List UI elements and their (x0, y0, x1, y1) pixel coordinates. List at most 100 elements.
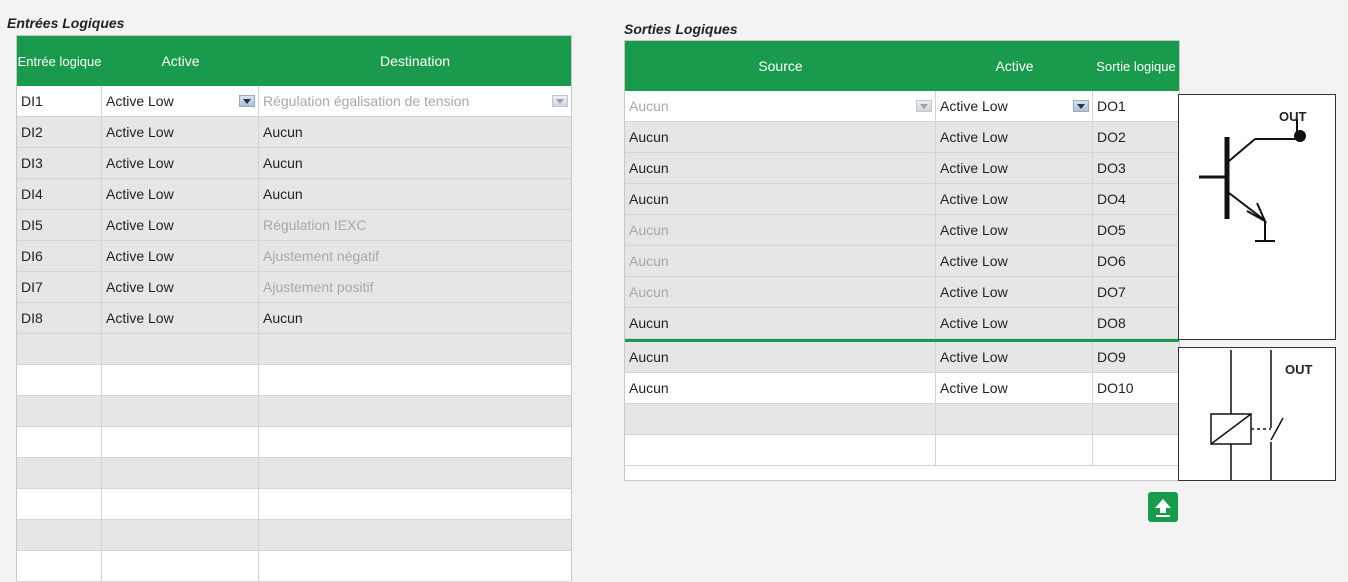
output-cell: DO3 (1093, 153, 1179, 184)
source-select[interactable]: Aucun (625, 91, 936, 122)
active-cell[interactable]: Active Low (936, 215, 1093, 246)
chevron-down-icon[interactable] (552, 95, 568, 107)
active-value: Active Low (940, 98, 1008, 114)
source-cell[interactable]: Aucun (625, 153, 936, 184)
active-cell[interactable]: Active Low (102, 179, 259, 210)
destination-cell[interactable]: Aucun (259, 179, 571, 210)
outputs-title: Sorties Logiques (624, 21, 738, 37)
relay-symbol: OUT (1178, 347, 1336, 481)
active-value: Active Low (106, 93, 174, 109)
output-cell: DO5 (1093, 215, 1179, 246)
source-cell[interactable]: Aucun (625, 246, 936, 277)
input-cell: DI4 (17, 179, 102, 210)
upload-arrow-icon (1155, 499, 1171, 517)
active-cell[interactable]: Active Low (936, 373, 1093, 404)
source-cell[interactable]: Aucun (625, 373, 936, 404)
table-row[interactable]: DI3 Active Low Aucun (17, 148, 571, 179)
active-cell[interactable]: Active Low (936, 342, 1093, 373)
table-row[interactable]: Aucun Active Low DO5 (625, 215, 1179, 246)
empty-row (625, 435, 1179, 466)
table-row[interactable]: Aucun Active Low DO6 (625, 246, 1179, 277)
active-cell[interactable]: Active Low (936, 184, 1093, 215)
header-source: Source (758, 57, 803, 74)
active-cell[interactable]: Active Low (102, 210, 259, 241)
active-cell[interactable]: Active Low (936, 277, 1093, 308)
table-row[interactable]: Aucun Active Low DO10 (625, 373, 1179, 404)
active-cell[interactable]: Active Low (936, 308, 1093, 339)
header-input: Entrée logique (17, 53, 102, 69)
table-row[interactable]: DI1 Active Low Régulation égalisation de… (17, 86, 571, 117)
chevron-down-icon[interactable] (239, 95, 255, 107)
active-cell[interactable]: Active Low (102, 303, 259, 334)
empty-row (625, 404, 1179, 435)
output-cell: DO8 (1093, 308, 1179, 339)
source-value: Aucun (629, 98, 669, 114)
relay-out-label: OUT (1285, 362, 1313, 377)
active-cell[interactable]: Active Low (936, 122, 1093, 153)
active-cell[interactable]: Active Low (102, 148, 259, 179)
input-cell: DI2 (17, 117, 102, 148)
empty-row (17, 427, 571, 458)
inputs-title: Entrées Logiques (7, 15, 125, 31)
table-row[interactable]: DI8 Active Low Aucun (17, 303, 571, 334)
output-cell: DO1 (1093, 91, 1179, 122)
table-row[interactable]: Aucun Active Low DO7 (625, 277, 1179, 308)
empty-row (17, 551, 571, 582)
transistor-out-label: OUT (1279, 109, 1307, 124)
empty-row (17, 520, 571, 551)
header-destination: Destination (379, 52, 451, 69)
destination-cell[interactable]: Aucun (259, 303, 571, 334)
input-cell: DI6 (17, 241, 102, 272)
active-cell[interactable]: Active Low (936, 246, 1093, 277)
chevron-down-icon[interactable] (1073, 100, 1089, 112)
table-row[interactable]: DI4 Active Low Aucun (17, 179, 571, 210)
active-cell[interactable]: Active Low (936, 153, 1093, 184)
outputs-table-header: Source Active Sortie logique (625, 41, 1179, 91)
input-cell: DI1 (17, 86, 102, 117)
source-cell[interactable]: Aucun (625, 215, 936, 246)
source-cell[interactable]: Aucun (625, 277, 936, 308)
empty-row (17, 365, 571, 396)
active-select[interactable]: Active Low (936, 91, 1093, 122)
transistor-icon (1199, 119, 1306, 242)
table-row[interactable]: Aucun Active Low DO1 (625, 91, 1179, 122)
active-cell[interactable]: Active Low (102, 272, 259, 303)
input-cell: DI5 (17, 210, 102, 241)
inputs-table-header: Entrée logique Active Destination (17, 36, 571, 86)
output-cell: DO9 (1093, 342, 1179, 373)
header-active: Active (161, 52, 200, 69)
destination-cell[interactable]: Aucun (259, 117, 571, 148)
table-row[interactable]: DI2 Active Low Aucun (17, 117, 571, 148)
source-cell[interactable]: Aucun (625, 308, 936, 339)
active-select[interactable]: Active Low (102, 86, 259, 117)
output-cell: DO10 (1093, 373, 1179, 404)
table-row[interactable]: DI6 Active Low Ajustement négatif (17, 241, 571, 272)
destination-cell[interactable]: Régulation IEXC (259, 210, 571, 241)
source-cell[interactable]: Aucun (625, 122, 936, 153)
empty-row (17, 458, 571, 489)
upload-button[interactable] (1148, 492, 1178, 522)
table-row[interactable]: Aucun Active Low DO2 (625, 122, 1179, 153)
input-cell: DI3 (17, 148, 102, 179)
active-cell[interactable]: Active Low (102, 117, 259, 148)
destination-cell[interactable]: Ajustement positif (259, 272, 571, 303)
source-cell[interactable]: Aucun (625, 184, 936, 215)
table-row[interactable]: Aucun Active Low DO9 (625, 342, 1179, 373)
output-cell: DO6 (1093, 246, 1179, 277)
destination-cell[interactable]: Aucun (259, 148, 571, 179)
chevron-down-icon[interactable] (916, 100, 932, 112)
destination-select[interactable]: Régulation égalisation de tension (259, 86, 571, 117)
source-cell[interactable]: Aucun (625, 342, 936, 373)
destination-value: Régulation égalisation de tension (263, 93, 470, 109)
empty-row (17, 334, 571, 365)
active-cell[interactable]: Active Low (102, 241, 259, 272)
destination-cell[interactable]: Ajustement négatif (259, 241, 571, 272)
table-row[interactable]: DI5 Active Low Régulation IEXC (17, 210, 571, 241)
table-row[interactable]: Aucun Active Low DO3 (625, 153, 1179, 184)
input-cell: DI8 (17, 303, 102, 334)
table-row[interactable]: Aucun Active Low DO4 (625, 184, 1179, 215)
table-row[interactable]: DI7 Active Low Ajustement positif (17, 272, 571, 303)
table-row[interactable]: Aucun Active Low DO8 (625, 308, 1179, 342)
header-active: Active (995, 57, 1034, 74)
outputs-table: Source Active Sortie logique Aucun Activ… (624, 40, 1180, 481)
